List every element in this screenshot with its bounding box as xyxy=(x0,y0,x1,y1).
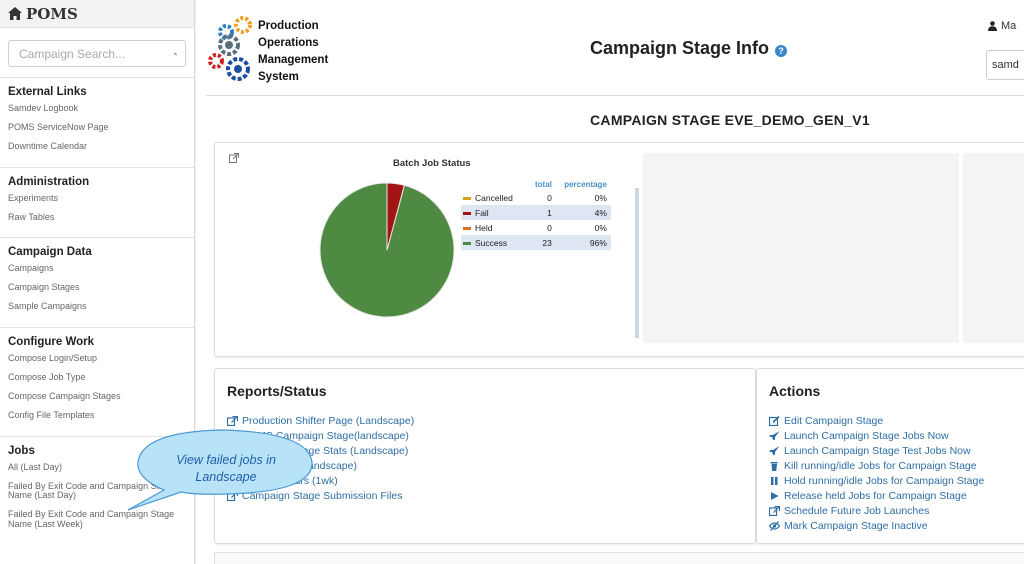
link-samdev-logbook[interactable]: Samdev Logbook xyxy=(8,103,186,114)
header-divider xyxy=(206,95,1024,96)
rocket-icon xyxy=(769,445,780,455)
link-compose-campaign-stages[interactable]: Compose Campaign Stages xyxy=(8,391,186,402)
batch-status-legend: total percentage Cancelled 0 0% Fail 1 4… xyxy=(461,179,611,250)
eye-slash-icon xyxy=(769,520,780,531)
actions-panel: Actions Edit Campaign Stage Launch Campa… xyxy=(756,368,1024,544)
link-campaigns[interactable]: Campaigns xyxy=(8,264,186,274)
rocket-icon xyxy=(769,430,780,440)
link-downtime-calendar[interactable]: Downtime Calendar xyxy=(8,141,186,152)
legend-scrollbar[interactable] xyxy=(635,188,639,338)
user-menu[interactable]: Ma xyxy=(988,20,1016,32)
section-title: Administration xyxy=(8,175,90,188)
link-sample-campaigns[interactable]: Sample Campaigns xyxy=(8,301,186,312)
external-link-icon[interactable] xyxy=(229,153,239,163)
role-select[interactable]: samd xyxy=(986,50,1024,80)
link-compose-login-setup[interactable]: Compose Login/Setup xyxy=(8,353,186,364)
action-mark-inactive[interactable]: Mark Campaign Stage Inactive xyxy=(769,518,984,533)
brand[interactable]: POMS xyxy=(0,0,194,28)
legend-row-cancelled: Cancelled 0 0% xyxy=(461,190,611,205)
section-configure-work: Configure Work Compose Login/Setup Compo… xyxy=(0,327,194,436)
brand-name: POMS xyxy=(26,4,78,23)
callout-text: View failed jobs in Landscape xyxy=(176,453,276,484)
external-link-icon xyxy=(227,415,238,426)
link-config-file-templates[interactable]: Config File Templates xyxy=(8,410,186,421)
campaign-search[interactable] xyxy=(8,40,186,67)
link-failed-last-week[interactable]: Failed By Exit Code and Campaign Stage N… xyxy=(8,509,186,530)
actions-title: Actions xyxy=(769,383,821,399)
action-hold-jobs[interactable]: Hold running/idle Jobs for Campaign Stag… xyxy=(769,473,984,488)
chart-placeholder xyxy=(963,153,1024,343)
col-percentage-header: percentage xyxy=(564,180,607,189)
campaign-search-input[interactable] xyxy=(19,46,174,61)
link-raw-tables[interactable]: Raw Tables xyxy=(8,212,186,223)
action-kill-jobs[interactable]: Kill running/idle Jobs for Campaign Stag… xyxy=(769,458,984,473)
section-campaign-data: Campaign Data Campaigns Campaign Stages … xyxy=(0,237,194,327)
action-release-jobs[interactable]: Release held Jobs for Campaign Stage xyxy=(769,488,984,503)
next-panel-edge xyxy=(214,552,1024,564)
batch-job-pie-chart xyxy=(319,182,455,318)
help-icon[interactable]: ? xyxy=(775,44,788,57)
swatch-cancelled xyxy=(463,197,471,200)
reports-title: Reports/Status xyxy=(227,383,327,399)
logo-text: Production Operations Management System xyxy=(258,20,329,83)
action-edit-campaign-stage[interactable]: Edit Campaign Stage xyxy=(769,413,984,428)
search-icon[interactable] xyxy=(174,48,177,60)
page-title: Campaign Stage Info ? xyxy=(590,38,788,59)
chart-placeholder xyxy=(643,153,959,343)
swatch-fail xyxy=(463,212,471,215)
main-content: Production Operations Management System … xyxy=(196,0,1024,564)
col-total-header: total xyxy=(535,180,552,189)
pause-icon xyxy=(771,476,778,485)
swatch-success xyxy=(463,242,471,245)
legend-row-held: Held 0 0% xyxy=(461,220,611,235)
link-experiments[interactable]: Experiments xyxy=(8,193,186,204)
campaign-stage-title: CAMPAIGN STAGE EVE_DEMO_GEN_V1 xyxy=(590,112,870,128)
chart-title: Batch Job Status xyxy=(393,158,471,169)
section-title: Campaign Data xyxy=(8,246,92,259)
link-campaign-stages[interactable]: Campaign Stages xyxy=(8,282,186,293)
batch-job-status-panel: Batch Job Status total percentage Cancel… xyxy=(214,142,1024,357)
play-icon xyxy=(771,491,779,500)
link-servicenow[interactable]: POMS ServiceNow Page xyxy=(8,122,186,133)
actions-links: Edit Campaign Stage Launch Campaign Stag… xyxy=(769,413,984,533)
section-administration: Administration Experiments Raw Tables xyxy=(0,166,194,238)
link-compose-job-type[interactable]: Compose Job Type xyxy=(8,372,186,383)
section-external-links: External Links Samdev Logbook POMS Servi… xyxy=(0,77,194,167)
home-icon xyxy=(8,7,22,20)
external-link-icon xyxy=(769,505,780,516)
user-icon xyxy=(988,21,997,31)
legend-row-success: Success 23 96% xyxy=(461,235,611,250)
action-schedule-launches[interactable]: Schedule Future Job Launches xyxy=(769,503,984,518)
action-launch-test-jobs[interactable]: Launch Campaign Stage Test Jobs Now xyxy=(769,443,984,458)
section-title: Configure Work xyxy=(8,336,95,349)
edit-icon xyxy=(769,415,780,426)
swatch-held xyxy=(463,227,471,230)
report-link[interactable]: Production Shifter Page (Landscape) xyxy=(227,413,414,428)
action-launch-jobs[interactable]: Launch Campaign Stage Jobs Now xyxy=(769,428,984,443)
section-title: External Links xyxy=(8,86,87,98)
user-name: Ma xyxy=(1001,20,1017,32)
trash-icon xyxy=(770,461,778,471)
legend-row-fail: Fail 1 4% xyxy=(461,205,611,220)
